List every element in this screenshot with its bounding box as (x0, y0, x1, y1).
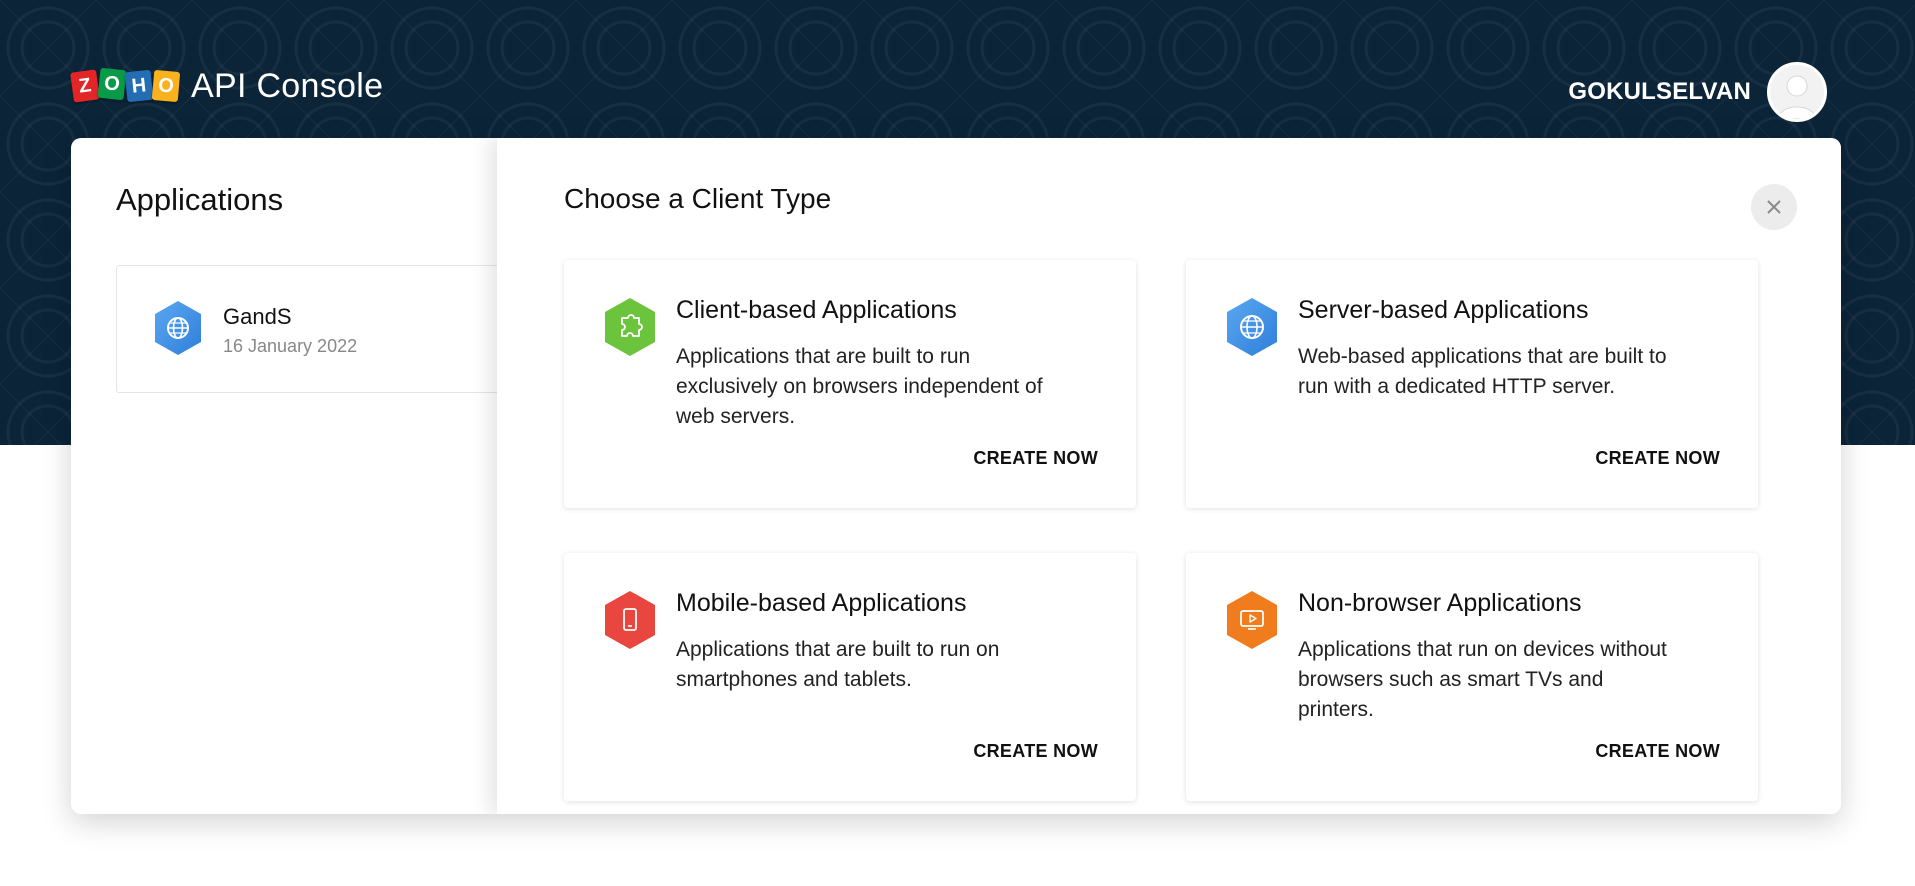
applications-title: Applications (116, 182, 284, 217)
smartphone-icon (605, 591, 655, 649)
puzzle-icon (605, 298, 655, 356)
card-description: Applications that are built to run on sm… (676, 638, 1000, 691)
client-type-card-server-based[interactable]: Server-based Applications Web-based appl… (1186, 260, 1758, 508)
card-description: Applications that run on devices without… (1298, 638, 1667, 721)
card-title: Server-based Applications (1298, 296, 1589, 324)
logo-letter: O (151, 69, 181, 103)
client-type-card-client-based[interactable]: Client-based Applications Applications t… (564, 260, 1136, 508)
create-now-button[interactable]: CREATE NOW (1595, 448, 1720, 469)
app-title: API Console (191, 66, 384, 105)
client-type-card-non-browser[interactable]: Non-browser Applications Applications th… (1186, 553, 1758, 801)
create-now-button[interactable]: CREATE NOW (1595, 741, 1720, 762)
user-silhouette-icon (1777, 75, 1817, 119)
logo-letter: O (97, 67, 127, 101)
client-type-card-mobile-based[interactable]: Mobile-based Applications Applications t… (564, 553, 1136, 801)
avatar[interactable] (1767, 62, 1827, 122)
brand[interactable]: Z O H O API Console (70, 66, 384, 106)
main-panel: Applications GandS 16 January 2022 Choos… (71, 138, 1841, 814)
monitor-icon (1227, 591, 1277, 649)
globe-icon (1227, 298, 1277, 356)
logo-letter: H (124, 69, 154, 103)
create-now-button[interactable]: CREATE NOW (973, 448, 1098, 469)
client-type-drawer: Choose a Client Type Client-based Applic… (497, 138, 1841, 814)
card-title: Non-browser Applications (1298, 589, 1582, 617)
globe-icon (155, 301, 201, 355)
create-now-button[interactable]: CREATE NOW (973, 741, 1098, 762)
user-name: GOKULSELVAN (1568, 78, 1751, 105)
zoho-logo: Z O H O (70, 67, 181, 103)
card-title: Mobile-based Applications (676, 589, 967, 617)
application-date: 16 January 2022 (223, 336, 358, 356)
logo-letter: Z (70, 69, 100, 103)
card-description: Applications that are built to run exclu… (676, 345, 1043, 428)
application-card[interactable]: GandS 16 January 2022 (116, 265, 516, 393)
card-title: Client-based Applications (676, 296, 957, 324)
close-icon (1767, 200, 1781, 214)
card-description: Web-based applications that are built to… (1298, 345, 1667, 398)
application-name: GandS (223, 304, 292, 329)
drawer-title: Choose a Client Type (564, 183, 832, 214)
user-menu[interactable]: GOKULSELVAN (1568, 62, 1827, 122)
close-button[interactable] (1751, 184, 1797, 230)
